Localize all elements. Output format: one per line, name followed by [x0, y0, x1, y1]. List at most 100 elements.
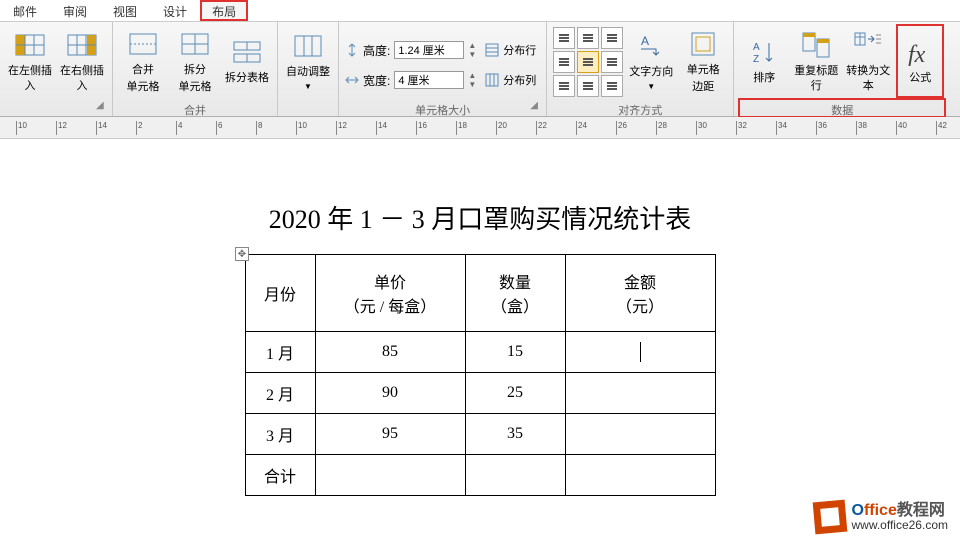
header-amount[interactable]: 金额 （元）: [565, 255, 715, 332]
insert-left-button[interactable]: 在左侧插入: [6, 24, 54, 98]
group-data-label: 数据: [740, 100, 944, 116]
group-merge: 合并 单元格 拆分 单元格 拆分表格 合并: [113, 22, 278, 116]
ribbon-tabs: 邮件 审阅 视图 设计 布局: [0, 0, 960, 22]
tab-view[interactable]: 视图: [100, 0, 150, 21]
merge-cells-icon: [127, 28, 159, 60]
group-data: AZ 排序 重复标题行 转换为文本 fx 公式: [734, 22, 950, 116]
table-row: 1 月 85 15: [245, 332, 715, 373]
width-label: 宽度:: [363, 72, 390, 89]
distribute-cols-button[interactable]: 分布列: [480, 69, 540, 91]
dialog-launcher-icon[interactable]: ◢: [96, 100, 110, 114]
watermark-url: www.office26.com: [852, 519, 949, 532]
cell-month[interactable]: 2 月: [245, 373, 315, 414]
svg-text:A: A: [753, 42, 760, 53]
merge-cells-button[interactable]: 合并 单元格: [119, 24, 167, 98]
cell-margins-button[interactable]: 单元格 边距: [679, 24, 727, 98]
formula-button[interactable]: fx 公式: [896, 24, 944, 98]
document-title: 2020 年 1 － 3 月口罩购买情况统计表: [170, 179, 790, 236]
group-merge-label: 合并: [119, 100, 271, 116]
dialog-launcher-icon[interactable]: ◢: [530, 100, 544, 114]
cell-qty[interactable]: 25: [465, 373, 565, 414]
align-tc[interactable]: [577, 27, 599, 49]
table-row: 3 月 95 35: [245, 414, 715, 455]
insert-left-label: 在左侧插入: [6, 64, 54, 93]
width-input[interactable]: [394, 71, 464, 89]
tab-layout[interactable]: 布局: [200, 0, 248, 21]
autofit-button[interactable]: 自动调整 ▼: [284, 24, 332, 98]
sort-button[interactable]: AZ 排序: [740, 24, 788, 98]
header-month[interactable]: 月份: [245, 255, 315, 332]
align-ml[interactable]: [553, 51, 575, 73]
svg-text:fx: fx: [908, 42, 926, 66]
tab-design[interactable]: 设计: [150, 0, 200, 21]
cell-month[interactable]: 3 月: [245, 414, 315, 455]
watermark-brand: Office教程网: [852, 502, 949, 520]
split-table-button[interactable]: 拆分表格: [223, 24, 271, 98]
height-input[interactable]: [394, 41, 464, 59]
insert-right-label: 在右侧插入: [58, 64, 106, 93]
align-tr[interactable]: [601, 27, 623, 49]
group-cellsize-label: 单元格大小: [345, 100, 540, 116]
width-icon: [345, 73, 359, 87]
cell-price[interactable]: 90: [315, 373, 465, 414]
svg-text:A: A: [641, 34, 649, 48]
spinner-icon[interactable]: ▲▼: [468, 41, 476, 59]
cell-qty[interactable]: 35: [465, 414, 565, 455]
cell-amount[interactable]: [565, 414, 715, 455]
cell-amount-active[interactable]: [565, 332, 715, 373]
cell-empty[interactable]: [565, 455, 715, 496]
group-cell-size: 高度: ▲▼ 宽度: ▲▼ 分布行: [339, 22, 547, 116]
cell-margins-icon: [687, 28, 719, 60]
align-bc[interactable]: [577, 75, 599, 97]
repeat-header-icon: [800, 29, 832, 61]
document-area[interactable]: ✥ 2020 年 1 － 3 月口罩购买情况统计表 月份 单价 （元 / 每盒）…: [0, 139, 960, 545]
table-total-row: 合计: [245, 455, 715, 496]
table-move-handle[interactable]: ✥: [235, 247, 249, 261]
convert-text-icon: [852, 29, 884, 61]
align-tl[interactable]: [553, 27, 575, 49]
text-direction-button[interactable]: A 文字方向 ▼: [627, 24, 675, 98]
page: ✥ 2020 年 1 － 3 月口罩购买情况统计表 月份 单价 （元 / 每盒）…: [120, 149, 840, 529]
watermark: Office教程网 www.office26.com: [814, 501, 949, 533]
group-alignment: A 文字方向 ▼ 单元格 边距 对齐方式: [547, 22, 734, 116]
split-cells-button[interactable]: 拆分 单元格: [171, 24, 219, 98]
cell-price[interactable]: 85: [315, 332, 465, 373]
spinner-icon[interactable]: ▲▼: [468, 71, 476, 89]
insert-right-button[interactable]: 在右侧插入: [58, 24, 106, 98]
header-price[interactable]: 单价 （元 / 每盒）: [315, 255, 465, 332]
tab-review[interactable]: 审阅: [50, 0, 100, 21]
group-autofit: 自动调整 ▼: [278, 22, 339, 116]
table-insert-right-icon: [66, 29, 98, 61]
table-row: 2 月 90 25: [245, 373, 715, 414]
cell-total-label[interactable]: 合计: [245, 455, 315, 496]
cell-qty[interactable]: 15: [465, 332, 565, 373]
sort-icon: AZ: [748, 36, 780, 68]
align-mc[interactable]: [577, 51, 599, 73]
svg-text:Z: Z: [753, 54, 759, 65]
autofit-icon: [292, 30, 324, 62]
cell-amount[interactable]: [565, 373, 715, 414]
tab-mail[interactable]: 邮件: [0, 0, 50, 21]
cell-month[interactable]: 1 月: [245, 332, 315, 373]
convert-to-text-button[interactable]: 转换为文本: [844, 24, 892, 98]
align-br[interactable]: [601, 75, 623, 97]
dist-rows-icon: [484, 42, 500, 58]
cell-empty[interactable]: [465, 455, 565, 496]
align-mr[interactable]: [601, 51, 623, 73]
formula-icon: fx: [904, 36, 936, 68]
horizontal-ruler: 1012142468101214161820222426283032343638…: [0, 117, 960, 139]
table-header-row: 月份 单价 （元 / 每盒） 数量 （盒） 金额 （元）: [245, 255, 715, 332]
split-table-icon: [231, 36, 263, 68]
align-bl[interactable]: [553, 75, 575, 97]
cell-price[interactable]: 95: [315, 414, 465, 455]
office-logo-icon: [812, 500, 847, 535]
cell-empty[interactable]: [315, 455, 465, 496]
repeat-header-button[interactable]: 重复标题行: [792, 24, 840, 98]
height-icon: [345, 43, 359, 57]
distribute-rows-button[interactable]: 分布行: [480, 39, 540, 61]
height-label: 高度:: [363, 42, 390, 59]
data-table[interactable]: 月份 单价 （元 / 每盒） 数量 （盒） 金额 （元） 1 月 85 15: [245, 254, 716, 496]
header-qty[interactable]: 数量 （盒）: [465, 255, 565, 332]
table-insert-left-icon: [14, 29, 46, 61]
dist-cols-icon: [484, 72, 500, 88]
